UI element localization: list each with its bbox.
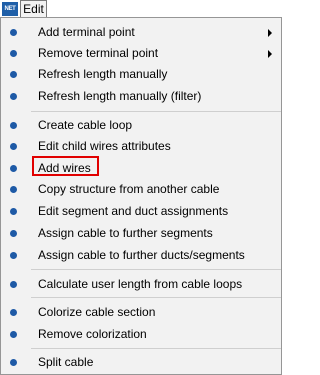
bullet-icon xyxy=(10,165,17,172)
menu-item-create-cable-loop[interactable]: Create cable loop xyxy=(1,115,281,136)
bullet-icon xyxy=(10,230,17,237)
menu-item-refresh-length-manually[interactable]: Refresh length manually xyxy=(1,64,281,85)
menu-item-assign-further-ducts-segments[interactable]: Assign cable to further ducts/segments xyxy=(1,245,281,266)
menu-separator xyxy=(31,269,281,270)
menu-item-label: Refresh length manually (filter) xyxy=(38,89,202,103)
menu-item-label: Edit segment and duct assignments xyxy=(38,204,229,218)
menu-item-refresh-length-manually-filter[interactable]: Refresh length manually (filter) xyxy=(1,86,281,107)
bullet-icon xyxy=(10,252,17,259)
menu-bar: NET Edit xyxy=(0,0,282,18)
menu-item-label: Remove colorization xyxy=(38,327,147,341)
menu-item-assign-further-segments[interactable]: Assign cable to further segments xyxy=(1,223,281,244)
menu-item-label: Calculate user length from cable loops xyxy=(38,277,243,291)
edit-dropdown-menu: Add terminal point Remove terminal point… xyxy=(0,17,282,375)
menu-item-label: Assign cable to further ducts/segments xyxy=(38,248,245,262)
bullet-icon xyxy=(10,71,17,78)
menu-item-remove-colorization[interactable]: Remove colorization xyxy=(1,324,281,345)
bullet-icon xyxy=(10,50,17,57)
bullet-icon xyxy=(10,281,17,288)
menu-item-label: Copy structure from another cable xyxy=(38,182,220,196)
menu-item-edit-segment-duct-assignments[interactable]: Edit segment and duct assignments xyxy=(1,201,281,222)
menu-separator xyxy=(31,111,281,112)
menu-item-label: Remove terminal point xyxy=(38,46,159,60)
bullet-icon xyxy=(10,29,17,36)
bullet-icon xyxy=(10,359,17,366)
menu-item-remove-terminal-point[interactable]: Remove terminal point xyxy=(1,43,281,64)
menu-item-add-terminal-point[interactable]: Add terminal point xyxy=(1,22,281,43)
menu-item-label: Colorize cable section xyxy=(38,305,156,319)
submenu-arrow-icon xyxy=(268,29,272,37)
menu-item-colorize-cable-section[interactable]: Colorize cable section xyxy=(1,302,281,323)
menu-separator xyxy=(31,297,281,298)
menu-item-calculate-user-length[interactable]: Calculate user length from cable loops xyxy=(1,274,281,295)
bullet-icon xyxy=(10,186,17,193)
bullet-icon xyxy=(10,331,17,338)
menu-item-label: Assign cable to further segments xyxy=(38,226,213,240)
menu-item-label: Create cable loop xyxy=(38,118,133,132)
bullet-icon xyxy=(10,143,17,150)
edit-menu-header[interactable]: Edit xyxy=(20,0,47,18)
menu-item-label: Split cable xyxy=(38,355,94,369)
menu-item-label: Refresh length manually xyxy=(38,67,168,81)
bullet-icon xyxy=(10,309,17,316)
app-icon[interactable]: NET xyxy=(2,2,18,16)
bullet-icon xyxy=(10,93,17,100)
menu-item-split-cable[interactable]: Split cable xyxy=(1,352,281,373)
menu-item-label: Edit child wires attributes xyxy=(38,139,171,153)
bullet-icon xyxy=(10,122,17,129)
bullet-icon xyxy=(10,208,17,215)
submenu-arrow-icon xyxy=(268,50,272,58)
menu-item-label: Add terminal point xyxy=(38,25,135,39)
menu-separator xyxy=(31,348,281,349)
highlight-box xyxy=(32,156,99,176)
menu-item-edit-child-wires-attributes[interactable]: Edit child wires attributes xyxy=(1,136,281,157)
menu-item-copy-structure[interactable]: Copy structure from another cable xyxy=(1,179,281,200)
